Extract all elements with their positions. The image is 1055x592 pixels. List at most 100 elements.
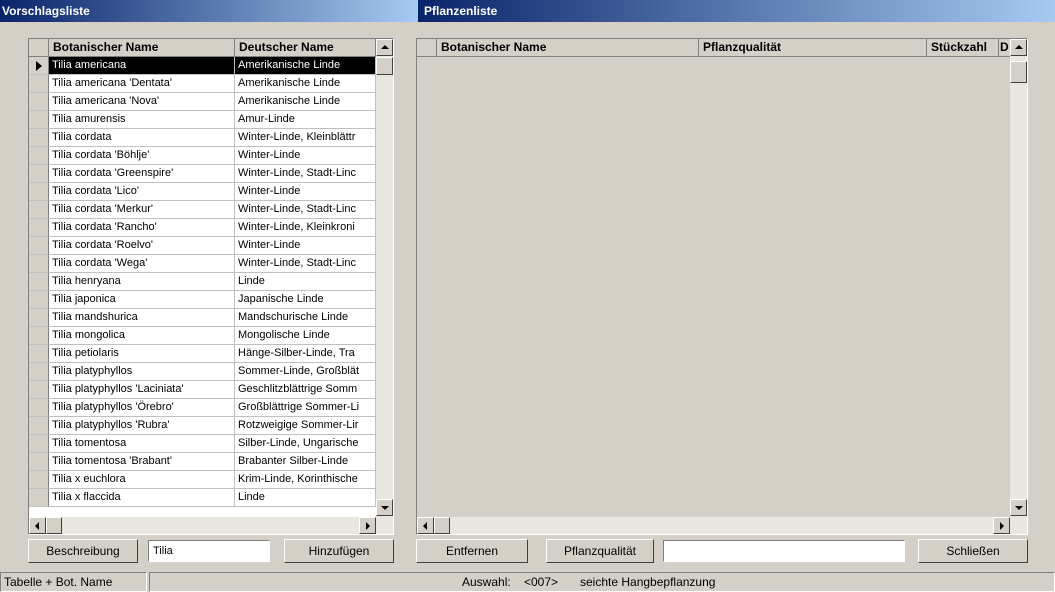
row-selector[interactable] [29, 309, 49, 327]
column-header-stueckzahl[interactable]: Stückzahl [927, 39, 999, 57]
row-selector[interactable] [29, 363, 49, 381]
cell-deutscher-name[interactable]: Winter-Linde [235, 183, 376, 201]
cell-deutscher-name[interactable]: Amur-Linde [235, 111, 376, 129]
row-selector[interactable] [29, 417, 49, 435]
row-selector[interactable] [29, 345, 49, 363]
table-row[interactable]: Tilia platyphyllos 'Örebro' Großblättrige… [29, 399, 376, 417]
cell-deutscher-name[interactable]: Linde [235, 273, 376, 291]
cell-deutscher-name[interactable]: Sommer-Linde, Großblät [235, 363, 376, 381]
cell-botanischer-name[interactable]: Tilia x euchlora [49, 471, 235, 489]
horizontal-scroll-thumb[interactable] [46, 517, 62, 534]
row-selector[interactable] [29, 453, 49, 471]
column-header-pflanzqualitaet[interactable]: Pflanzqualität [699, 39, 927, 57]
pflanzenliste-grid[interactable]: Botanischer Name Pflanzqualität Stückzah… [416, 38, 1028, 535]
table-row[interactable]: Tilia cordata 'Rancho' Winter-Linde, Klei… [29, 219, 376, 237]
column-header-botanischer-name[interactable]: Botanischer Name [437, 39, 699, 57]
row-selector[interactable] [29, 57, 49, 75]
cell-botanischer-name[interactable]: Tilia platyphyllos [49, 363, 235, 381]
table-row[interactable]: Tilia amurensis Amur-Linde [29, 111, 376, 129]
table-row[interactable]: Tilia cordata 'Greenspire' Winter-Linde, … [29, 165, 376, 183]
row-selector[interactable] [29, 399, 49, 417]
cell-botanischer-name[interactable]: Tilia cordata 'Lico' [49, 183, 235, 201]
table-row[interactable]: Tilia cordata 'Böhlje' Winter-Linde [29, 147, 376, 165]
cell-botanischer-name[interactable]: Tilia tomentosa 'Brabant' [49, 453, 235, 471]
row-selector[interactable] [29, 327, 49, 345]
cell-deutscher-name[interactable]: Amerikanische Linde [235, 93, 376, 111]
pflanzqualitaet-field[interactable] [663, 540, 905, 562]
table-row[interactable]: Tilia cordata 'Merkur' Winter-Linde, Stad… [29, 201, 376, 219]
beschreibung-button[interactable]: Beschreibung [28, 539, 138, 563]
scroll-right-button[interactable] [359, 517, 376, 534]
row-selector[interactable] [29, 489, 49, 507]
row-selector[interactable] [29, 219, 49, 237]
cell-deutscher-name[interactable]: Winter-Linde, Stadt-Linc [235, 165, 376, 183]
row-selector[interactable] [29, 237, 49, 255]
pflanzqualitaet-button[interactable]: Pflanzqualität [546, 539, 654, 563]
table-row[interactable]: Tilia japonica Japanische Linde [29, 291, 376, 309]
table-row[interactable]: Tilia cordata Winter-Linde, Kleinblättr [29, 129, 376, 147]
row-selector[interactable] [29, 111, 49, 129]
cell-botanischer-name[interactable]: Tilia japonica [49, 291, 235, 309]
cell-deutscher-name[interactable]: Winter-Linde [235, 147, 376, 165]
cell-deutscher-name[interactable]: Mandschurische Linde [235, 309, 376, 327]
cell-botanischer-name[interactable]: Tilia mongolica [49, 327, 235, 345]
row-selector[interactable] [29, 165, 49, 183]
cell-botanischer-name[interactable]: Tilia mandshurica [49, 309, 235, 327]
cell-botanischer-name[interactable]: Tilia americana [49, 57, 235, 75]
cell-botanischer-name[interactable]: Tilia cordata [49, 129, 235, 147]
cell-botanischer-name[interactable]: Tilia amurensis [49, 111, 235, 129]
scroll-left-button[interactable] [29, 517, 46, 534]
table-row[interactable]: Tilia platyphyllos Sommer-Linde, Großblät [29, 363, 376, 381]
cell-botanischer-name[interactable]: Tilia cordata 'Merkur' [49, 201, 235, 219]
scroll-down-button[interactable] [376, 499, 393, 516]
cell-botanischer-name[interactable]: Tilia x flaccida [49, 489, 235, 507]
table-row[interactable]: Tilia x euchlora Krim-Linde, Korinthische [29, 471, 376, 489]
cell-botanischer-name[interactable]: Tilia platyphyllos 'Örebro' [49, 399, 235, 417]
cell-botanischer-name[interactable]: Tilia platyphyllos 'Rubra' [49, 417, 235, 435]
table-row[interactable]: Tilia americana 'Dentata' Amerikanische L… [29, 75, 376, 93]
vorschlagsliste-grid[interactable]: Botanischer Name Deutscher Name Tilia am… [28, 38, 394, 535]
right-horizontal-scrollbar[interactable] [417, 517, 1027, 534]
row-selector[interactable] [29, 93, 49, 111]
cell-deutscher-name[interactable]: Japanische Linde [235, 291, 376, 309]
row-selector[interactable] [29, 291, 49, 309]
row-selector[interactable] [29, 255, 49, 273]
scroll-left-button[interactable] [417, 517, 434, 534]
cell-deutscher-name[interactable]: Großblättrige Sommer-Li [235, 399, 376, 417]
table-row[interactable]: Tilia mongolica Mongolische Linde [29, 327, 376, 345]
table-row[interactable]: Tilia tomentosa Silber-Linde, Ungarische [29, 435, 376, 453]
cell-deutscher-name[interactable]: Winter-Linde, Kleinblättr [235, 129, 376, 147]
cell-botanischer-name[interactable]: Tilia cordata 'Roelvo' [49, 237, 235, 255]
table-row[interactable]: Tilia petiolaris Hänge-Silber-Linde, Tra [29, 345, 376, 363]
cell-deutscher-name[interactable]: Mongolische Linde [235, 327, 376, 345]
table-row[interactable]: Tilia cordata 'Lico' Winter-Linde [29, 183, 376, 201]
cell-botanischer-name[interactable]: Tilia petiolaris [49, 345, 235, 363]
scroll-up-button[interactable] [1010, 39, 1027, 56]
table-row[interactable]: Tilia mandshurica Mandschurische Linde [29, 309, 376, 327]
search-input[interactable] [148, 540, 270, 562]
row-selector[interactable] [29, 75, 49, 93]
table-row[interactable]: Tilia americana 'Nova' Amerikanische Lind… [29, 93, 376, 111]
hinzufuegen-button[interactable]: Hinzufügen [284, 539, 394, 563]
entfernen-button[interactable]: Entfernen [416, 539, 528, 563]
row-selector[interactable] [29, 435, 49, 453]
cell-deutscher-name[interactable]: Linde [235, 489, 376, 507]
scroll-down-button[interactable] [1010, 499, 1027, 516]
cell-deutscher-name[interactable]: Winter-Linde, Stadt-Linc [235, 255, 376, 273]
cell-deutscher-name[interactable]: Geschlitzblättrige Somm [235, 381, 376, 399]
cell-botanischer-name[interactable]: Tilia cordata 'Greenspire' [49, 165, 235, 183]
cell-deutscher-name[interactable]: Brabanter Silber-Linde [235, 453, 376, 471]
row-selector[interactable] [29, 201, 49, 219]
left-vertical-scrollbar[interactable] [376, 39, 393, 517]
cell-deutscher-name[interactable]: Winter-Linde, Kleinkroni [235, 219, 376, 237]
table-row[interactable]: Tilia americana Amerikanische Linde [29, 57, 376, 75]
cell-botanischer-name[interactable]: Tilia cordata 'Rancho' [49, 219, 235, 237]
cell-deutscher-name[interactable]: Silber-Linde, Ungarische [235, 435, 376, 453]
row-selector[interactable] [29, 147, 49, 165]
cell-deutscher-name[interactable]: Amerikanische Linde [235, 57, 376, 75]
right-vertical-scrollbar[interactable] [1010, 39, 1027, 517]
table-row[interactable]: Tilia platyphyllos 'Rubra' Rotzweigige So… [29, 417, 376, 435]
column-header-deutscher-name[interactable]: Deutscher Name [235, 39, 376, 57]
scroll-thumb[interactable] [376, 57, 393, 75]
table-row[interactable]: Tilia platyphyllos 'Laciniata' Geschlitzb… [29, 381, 376, 399]
